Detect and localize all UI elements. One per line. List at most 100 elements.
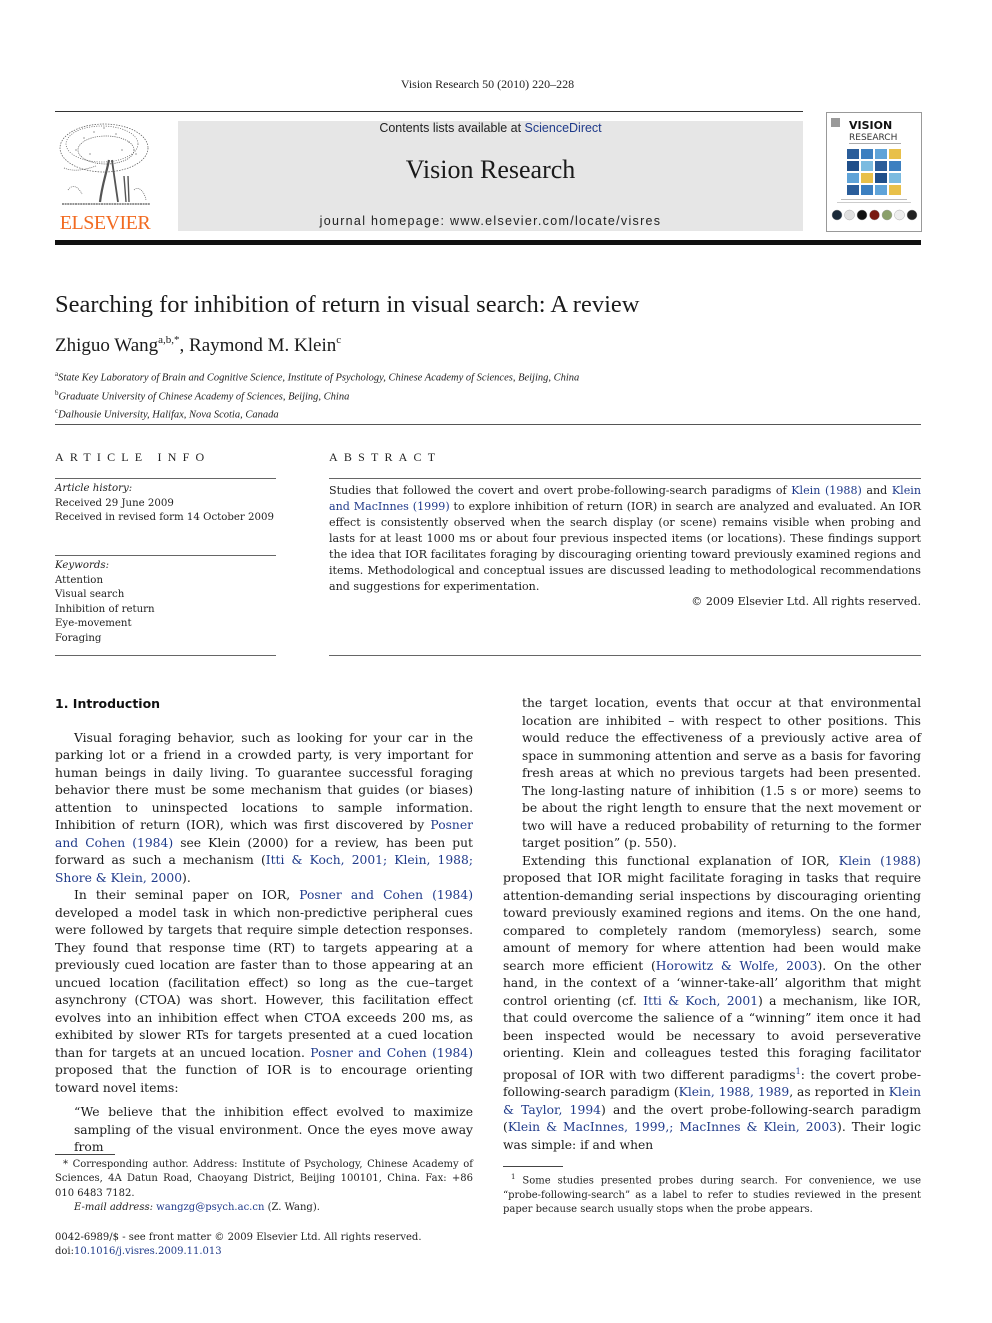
- doi-link[interactable]: 10.1016/j.visres.2009.11.013: [74, 1246, 222, 1257]
- citation-link[interactable]: Horowitz & Wolfe, 2003: [656, 959, 818, 973]
- email-link[interactable]: wangzg@psych.ac.cn: [156, 1202, 264, 1213]
- text-run: ).: [182, 870, 191, 885]
- body-left-column: 1. Introduction Visual foraging behavior…: [55, 695, 473, 1157]
- block-quote: “We believe that the inhibition effect e…: [74, 1105, 473, 1154]
- author-name[interactable]: Zhiguo Wang: [55, 335, 158, 356]
- affiliation-item: bGraduate University of Chinese Academy …: [55, 386, 579, 405]
- cover-badge-icon: [894, 209, 905, 221]
- footnote-text: Some studies presented probes during sea…: [503, 1175, 922, 1215]
- keyword-item: Eye-movement: [55, 618, 132, 630]
- cover-figure-tile: [875, 185, 887, 195]
- keywords-label: Keywords:: [55, 560, 110, 571]
- cover-badge-icon: [844, 209, 855, 221]
- affiliation-item: cDalhousie University, Halifax, Nova Sco…: [55, 404, 579, 423]
- keyword-item: Visual search: [55, 589, 125, 601]
- affiliation-item: aState Key Laboratory of Brain and Cogni…: [55, 367, 579, 386]
- cover-figure-tile: [861, 161, 873, 171]
- contents-line: Contents lists available at ScienceDirec…: [178, 121, 803, 135]
- citation-link[interactable]: Klein & MacInnes, 1999,; MacInnes & Klei…: [508, 1120, 837, 1134]
- body-right-column: the target location, events that occur a…: [503, 695, 921, 1154]
- text-run: Extending this functional explanation of…: [522, 853, 839, 868]
- abstract-copyright: © 2009 Elsevier Ltd. All rights reserved…: [691, 595, 921, 608]
- text-run: and: [861, 484, 892, 497]
- article-info-rule: [55, 478, 276, 479]
- cover-figure-tile: [889, 149, 901, 159]
- cover-figure-tile: [847, 173, 859, 183]
- section-heading: 1. Introduction: [55, 696, 161, 711]
- email-suffix: (Z. Wang).: [264, 1201, 320, 1213]
- cover-title-line1: VISION: [849, 119, 892, 132]
- citation-link[interactable]: Posner and Cohen (1984): [310, 1046, 473, 1060]
- cover-figure-tile: [875, 161, 887, 171]
- cover-figure-tile: [861, 173, 873, 183]
- keywords-rule: [55, 555, 276, 556]
- elsevier-wordmark: ELSEVIER: [59, 212, 151, 234]
- author-list: Zhiguo Wanga,b,*, Raymond M. Kleinc: [55, 334, 341, 357]
- email-label: E-mail address:: [74, 1201, 157, 1213]
- journal-masthead: Contents lists available at ScienceDirec…: [178, 121, 803, 231]
- author-name[interactable]: Raymond M. Klein: [189, 335, 336, 356]
- cover-badge-icon: [831, 209, 843, 221]
- citation-link[interactable]: Posner and Cohen (1984): [299, 888, 473, 902]
- text-run: proposed that the function of IOR is to …: [55, 1063, 473, 1095]
- author-affiliation-marks[interactable]: c: [336, 334, 341, 346]
- author-affiliation-marks[interactable]: a,b,*: [158, 334, 179, 346]
- cover-figure-tile: [889, 185, 901, 195]
- body-paragraph: Visual foraging behavior, such as lookin…: [55, 730, 473, 888]
- block-quote-continued: the target location, events that occur a…: [522, 696, 921, 850]
- journal-homepage-link[interactable]: journal homepage: www.elsevier.com/locat…: [178, 214, 803, 228]
- citation-link[interactable]: Klein (1988): [791, 484, 862, 497]
- cover-figure-tile: [875, 173, 887, 183]
- cover-figure-tile: [861, 185, 873, 195]
- doi-line: doi:10.1016/j.visres.2009.11.013: [55, 1245, 422, 1259]
- cover-figure-tile: [875, 149, 887, 159]
- cover-figure-tile: [847, 185, 859, 195]
- footnote-mark: 1: [511, 1173, 516, 1181]
- affiliation-text: Graduate University of Chinese Academy o…: [58, 391, 350, 403]
- article-history-label: Article history:: [55, 483, 133, 494]
- journal-cover-thumbnail[interactable]: VISION RESEARCH: [826, 112, 922, 232]
- article-history: Article history: Received 29 June 2009 R…: [55, 482, 274, 526]
- cover-figure-tile: [847, 149, 859, 159]
- text-run: In their seminal paper on IOR,: [74, 888, 300, 902]
- cover-figure-tile: [861, 149, 873, 159]
- sciencedirect-link[interactable]: ScienceDirect: [525, 121, 602, 135]
- cover-badge-icon: [881, 209, 893, 221]
- title-block-rule: [55, 424, 921, 425]
- header-rule: [55, 111, 803, 112]
- text-run: Studies that followed the covert and ove…: [329, 484, 792, 497]
- cover-badge-icon: [906, 209, 918, 221]
- email-line: E-mail address: wangzg@psych.ac.cn (Z. W…: [55, 1201, 473, 1215]
- text-run: Visual foraging behavior, such as lookin…: [55, 730, 473, 833]
- keywords-block: Keywords: Attention Visual search Inhibi…: [55, 559, 155, 647]
- citation-link[interactable]: Klein (1988): [839, 854, 921, 868]
- affiliations: aState Key Laboratory of Brain and Cogni…: [55, 367, 579, 423]
- keyword-item: Inhibition of return: [55, 603, 155, 615]
- footnote-1: 1 Some studies presented probes during s…: [503, 1170, 921, 1217]
- text-run: to explore inhibition of return (IOR) in…: [329, 500, 921, 593]
- cover-badge-icon: [856, 209, 868, 221]
- cover-figure-tile: [889, 161, 901, 171]
- journal-title: Vision Research: [405, 155, 576, 184]
- elsevier-logo[interactable]: ELSEVIER: [54, 120, 156, 234]
- article-info-bottom-rule: [55, 655, 276, 656]
- abstract-bottom-rule: [329, 655, 921, 656]
- text-run: developed a model task in which non-pred…: [55, 905, 473, 1060]
- affiliation-text: Dalhousie University, Halifax, Nova Scot…: [58, 409, 279, 421]
- author-separator: ,: [179, 335, 190, 356]
- issn-line: 0042-6989/$ - see front matter © 2009 El…: [55, 1232, 422, 1243]
- corresponding-author-text: * Corresponding author. Address: Institu…: [55, 1159, 473, 1199]
- cover-figure-tile: [889, 173, 901, 183]
- citation-link[interactable]: Itti & Koch, 2001: [643, 994, 758, 1008]
- contents-prefix: Contents lists available at: [379, 121, 525, 135]
- abstract-text: Studies that followed the covert and ove…: [329, 483, 921, 595]
- keyword-item: Foraging: [55, 632, 102, 644]
- text-run: , as reported in: [789, 1085, 889, 1100]
- tree-icon: [59, 123, 150, 205]
- abstract-rule: [329, 478, 921, 479]
- cover-image-icon: VISION RESEARCH: [831, 118, 918, 221]
- revised-date: Received in revised form 14 October 2009: [55, 512, 274, 524]
- cover-figure-tile: [847, 161, 859, 171]
- citation-link[interactable]: Klein, 1988, 1989: [679, 1085, 790, 1099]
- abstract-heading: ABSTRACT: [329, 450, 442, 464]
